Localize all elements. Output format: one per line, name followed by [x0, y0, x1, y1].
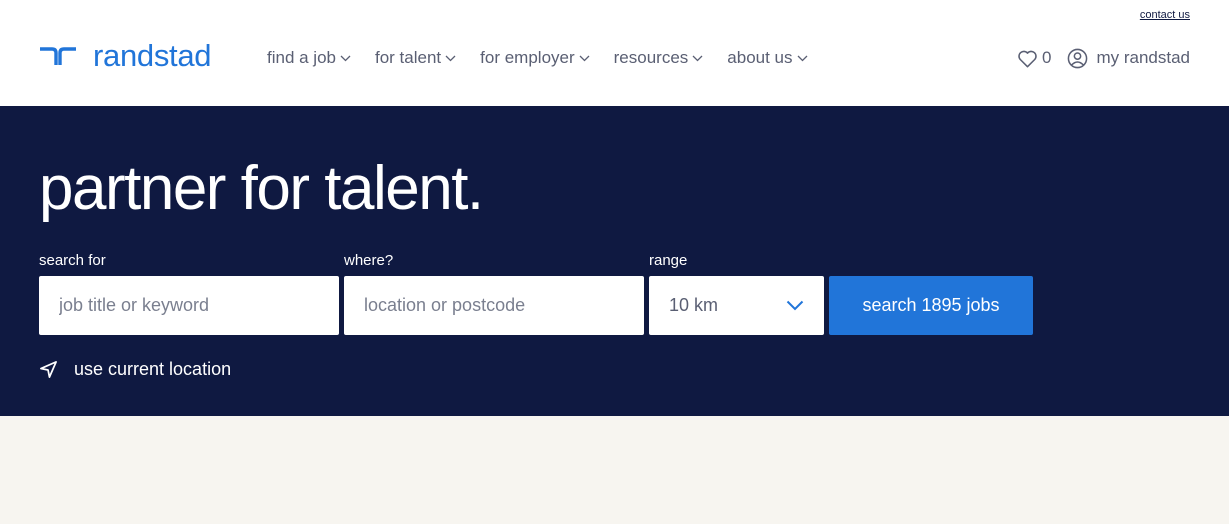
navigation-arrow-icon [40, 361, 57, 378]
main-nav: find a job for talent for employer resou… [267, 48, 832, 68]
chevron-down-icon [445, 55, 456, 61]
favorites-count: 0 [1041, 48, 1052, 67]
nav-resources[interactable]: resources [614, 48, 704, 68]
user-circle-icon [1068, 48, 1088, 68]
use-current-location-button[interactable]: use current location [39, 359, 231, 380]
hero-search: partner for talent. search for where? ra… [0, 106, 1229, 416]
search-for-label: search for [39, 252, 106, 269]
contact-us-link[interactable]: contact us [1140, 9, 1190, 21]
logo-wordmark: randstad [93, 38, 212, 73]
hero-title: partner for talent. [39, 154, 484, 223]
nav-label: find a job [267, 48, 336, 67]
search-jobs-button[interactable]: search 1895 jobs [829, 276, 1033, 335]
location-input[interactable] [344, 276, 644, 335]
site-header: contact us randstad find a job for talen… [0, 0, 1229, 106]
chevron-down-icon [579, 55, 590, 61]
nav-label: about us [727, 48, 793, 67]
range-select[interactable]: 10 km [649, 276, 824, 335]
header-tools: 0 my randstad [1017, 46, 1190, 70]
chevron-down-icon [797, 55, 807, 61]
chevron-down-icon [692, 55, 703, 61]
my-randstad-button[interactable]: my randstad [1067, 48, 1190, 69]
current-location-label: use current location [74, 359, 232, 379]
nav-label: for talent [375, 48, 442, 67]
nav-for-talent[interactable]: for talent [375, 48, 456, 68]
range-value: 10 km [669, 295, 719, 315]
chevron-down-icon [786, 300, 804, 311]
where-label: where? [344, 252, 394, 269]
randstad-logo[interactable]: randstad [39, 38, 212, 73]
nav-about-us[interactable]: about us [727, 48, 807, 68]
chevron-down-icon [340, 55, 351, 61]
account-label: my randstad [1096, 48, 1190, 67]
heart-icon [1018, 50, 1037, 67]
nav-label: for employer [480, 48, 575, 67]
range-label: range [649, 252, 688, 269]
nav-for-employer[interactable]: for employer [480, 48, 590, 68]
favorites-button[interactable]: 0 [1017, 48, 1051, 68]
keyword-input[interactable] [39, 276, 339, 335]
randstad-logo-icon [40, 47, 76, 65]
nav-find-a-job[interactable]: find a job [267, 48, 351, 68]
nav-label: resources [613, 48, 689, 67]
